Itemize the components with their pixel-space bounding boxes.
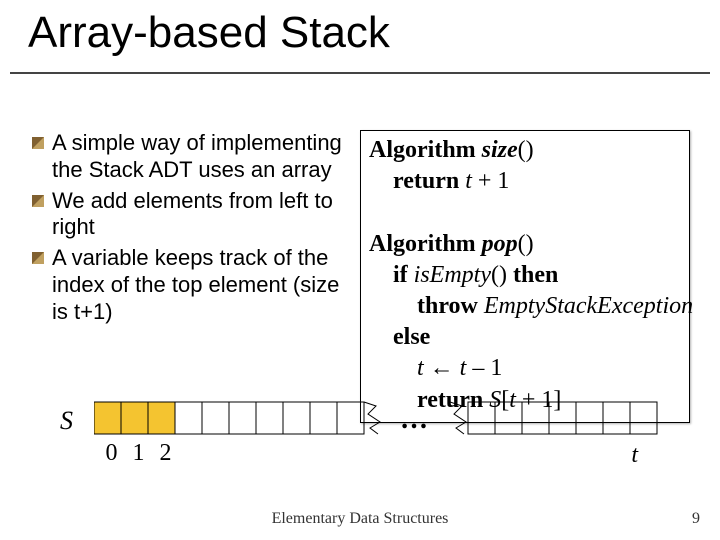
title-underline <box>10 72 710 74</box>
page-title: Array-based Stack <box>28 8 390 58</box>
algo-line: t ← t – 1 <box>369 353 681 384</box>
bullet-list: A simple way of implementing the Stack A… <box>30 130 360 423</box>
bullet-icon <box>30 130 52 184</box>
bullet-text: We add elements from left to right <box>52 188 360 242</box>
list-item: A simple way of implementing the Stack A… <box>30 130 360 184</box>
list-item: A variable keeps track of the index of t… <box>30 245 360 325</box>
algorithm-box: Algorithm size() return t + 1 Algorithm … <box>360 130 690 423</box>
content-columns: A simple way of implementing the Stack A… <box>30 130 690 423</box>
algo-line: Algorithm pop() <box>369 229 681 260</box>
page-number: 9 <box>692 510 700 528</box>
algo-line: throw EmptyStackException <box>369 291 681 322</box>
array-strip-right <box>450 398 660 438</box>
bullet-text: A simple way of implementing the Stack A… <box>52 130 360 184</box>
bullet-icon <box>30 188 52 242</box>
index-0: 0 <box>98 440 125 467</box>
array-strip-left <box>94 398 384 438</box>
array-label-S: S <box>60 406 73 436</box>
index-labels: 012 <box>98 440 179 467</box>
footer-title: Elementary Data Structures <box>0 510 720 528</box>
bullet-icon <box>30 245 52 325</box>
index-1: 1 <box>125 440 152 467</box>
ellipsis: … <box>400 404 428 436</box>
algo-line <box>369 197 681 228</box>
algo-line: return t + 1 <box>369 166 681 197</box>
algo-line: else <box>369 322 681 353</box>
list-item: We add elements from left to right <box>30 188 360 242</box>
slide: Array-based Stack A simple way of implem… <box>0 0 720 540</box>
bullet-text: A variable keeps track of the index of t… <box>52 245 360 325</box>
algo-line: if isEmpty() then <box>369 260 681 291</box>
algo-line: Algorithm size() <box>369 135 681 166</box>
index-2: 2 <box>152 440 179 467</box>
array-label-t: t <box>631 442 638 469</box>
array-diagram: S … 012 t <box>60 398 680 468</box>
